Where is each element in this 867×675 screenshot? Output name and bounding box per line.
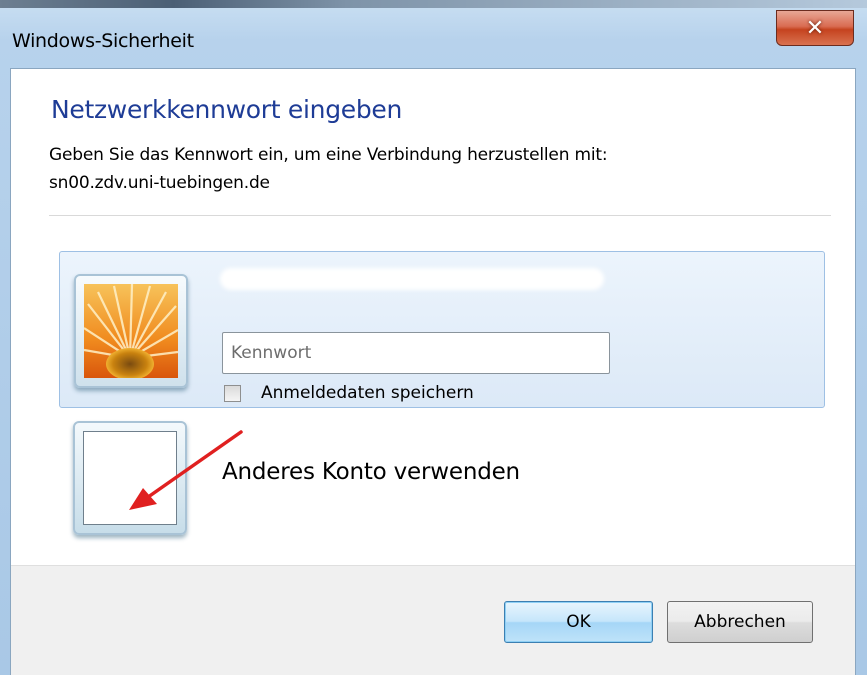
dialog-footer: OK Abbrechen [11, 565, 855, 675]
red-arrow-annotation [129, 430, 243, 510]
dialog-body: Netzwerkkennwort eingeben Geben Sie das … [10, 68, 856, 675]
other-account-option[interactable]: Anderes Konto verwenden [222, 459, 520, 485]
flower-avatar-icon [74, 274, 188, 388]
dialog-description: Geben Sie das Kennwort ein, um eine Verb… [49, 141, 608, 197]
password-input[interactable] [222, 332, 610, 374]
ok-button[interactable]: OK [504, 601, 653, 643]
cancel-button[interactable]: Abbrechen [667, 601, 813, 643]
account-tile-selected[interactable]: Anmeldedaten speichern [59, 251, 825, 408]
taskbar-strip [0, 0, 867, 8]
server-name: sn00.zdv.uni-tuebingen.de [49, 173, 270, 193]
close-icon: ✕ [805, 15, 825, 41]
dialog-heading: Netzwerkkennwort eingeben [51, 95, 403, 124]
remember-checkbox[interactable] [224, 384, 241, 402]
description-text: Geben Sie das Kennwort ein, um eine Verb… [49, 145, 608, 165]
username-redacted [220, 268, 604, 290]
separator [49, 215, 831, 216]
remember-credentials[interactable]: Anmeldedaten speichern [224, 380, 474, 406]
window-frame: Windows-Sicherheit ✕ Netzwerkkennwort ei… [0, 0, 867, 675]
close-button[interactable]: ✕ [776, 10, 854, 46]
window-title: Windows-Sicherheit [12, 30, 194, 52]
remember-label: Anmeldedaten speichern [261, 383, 474, 403]
